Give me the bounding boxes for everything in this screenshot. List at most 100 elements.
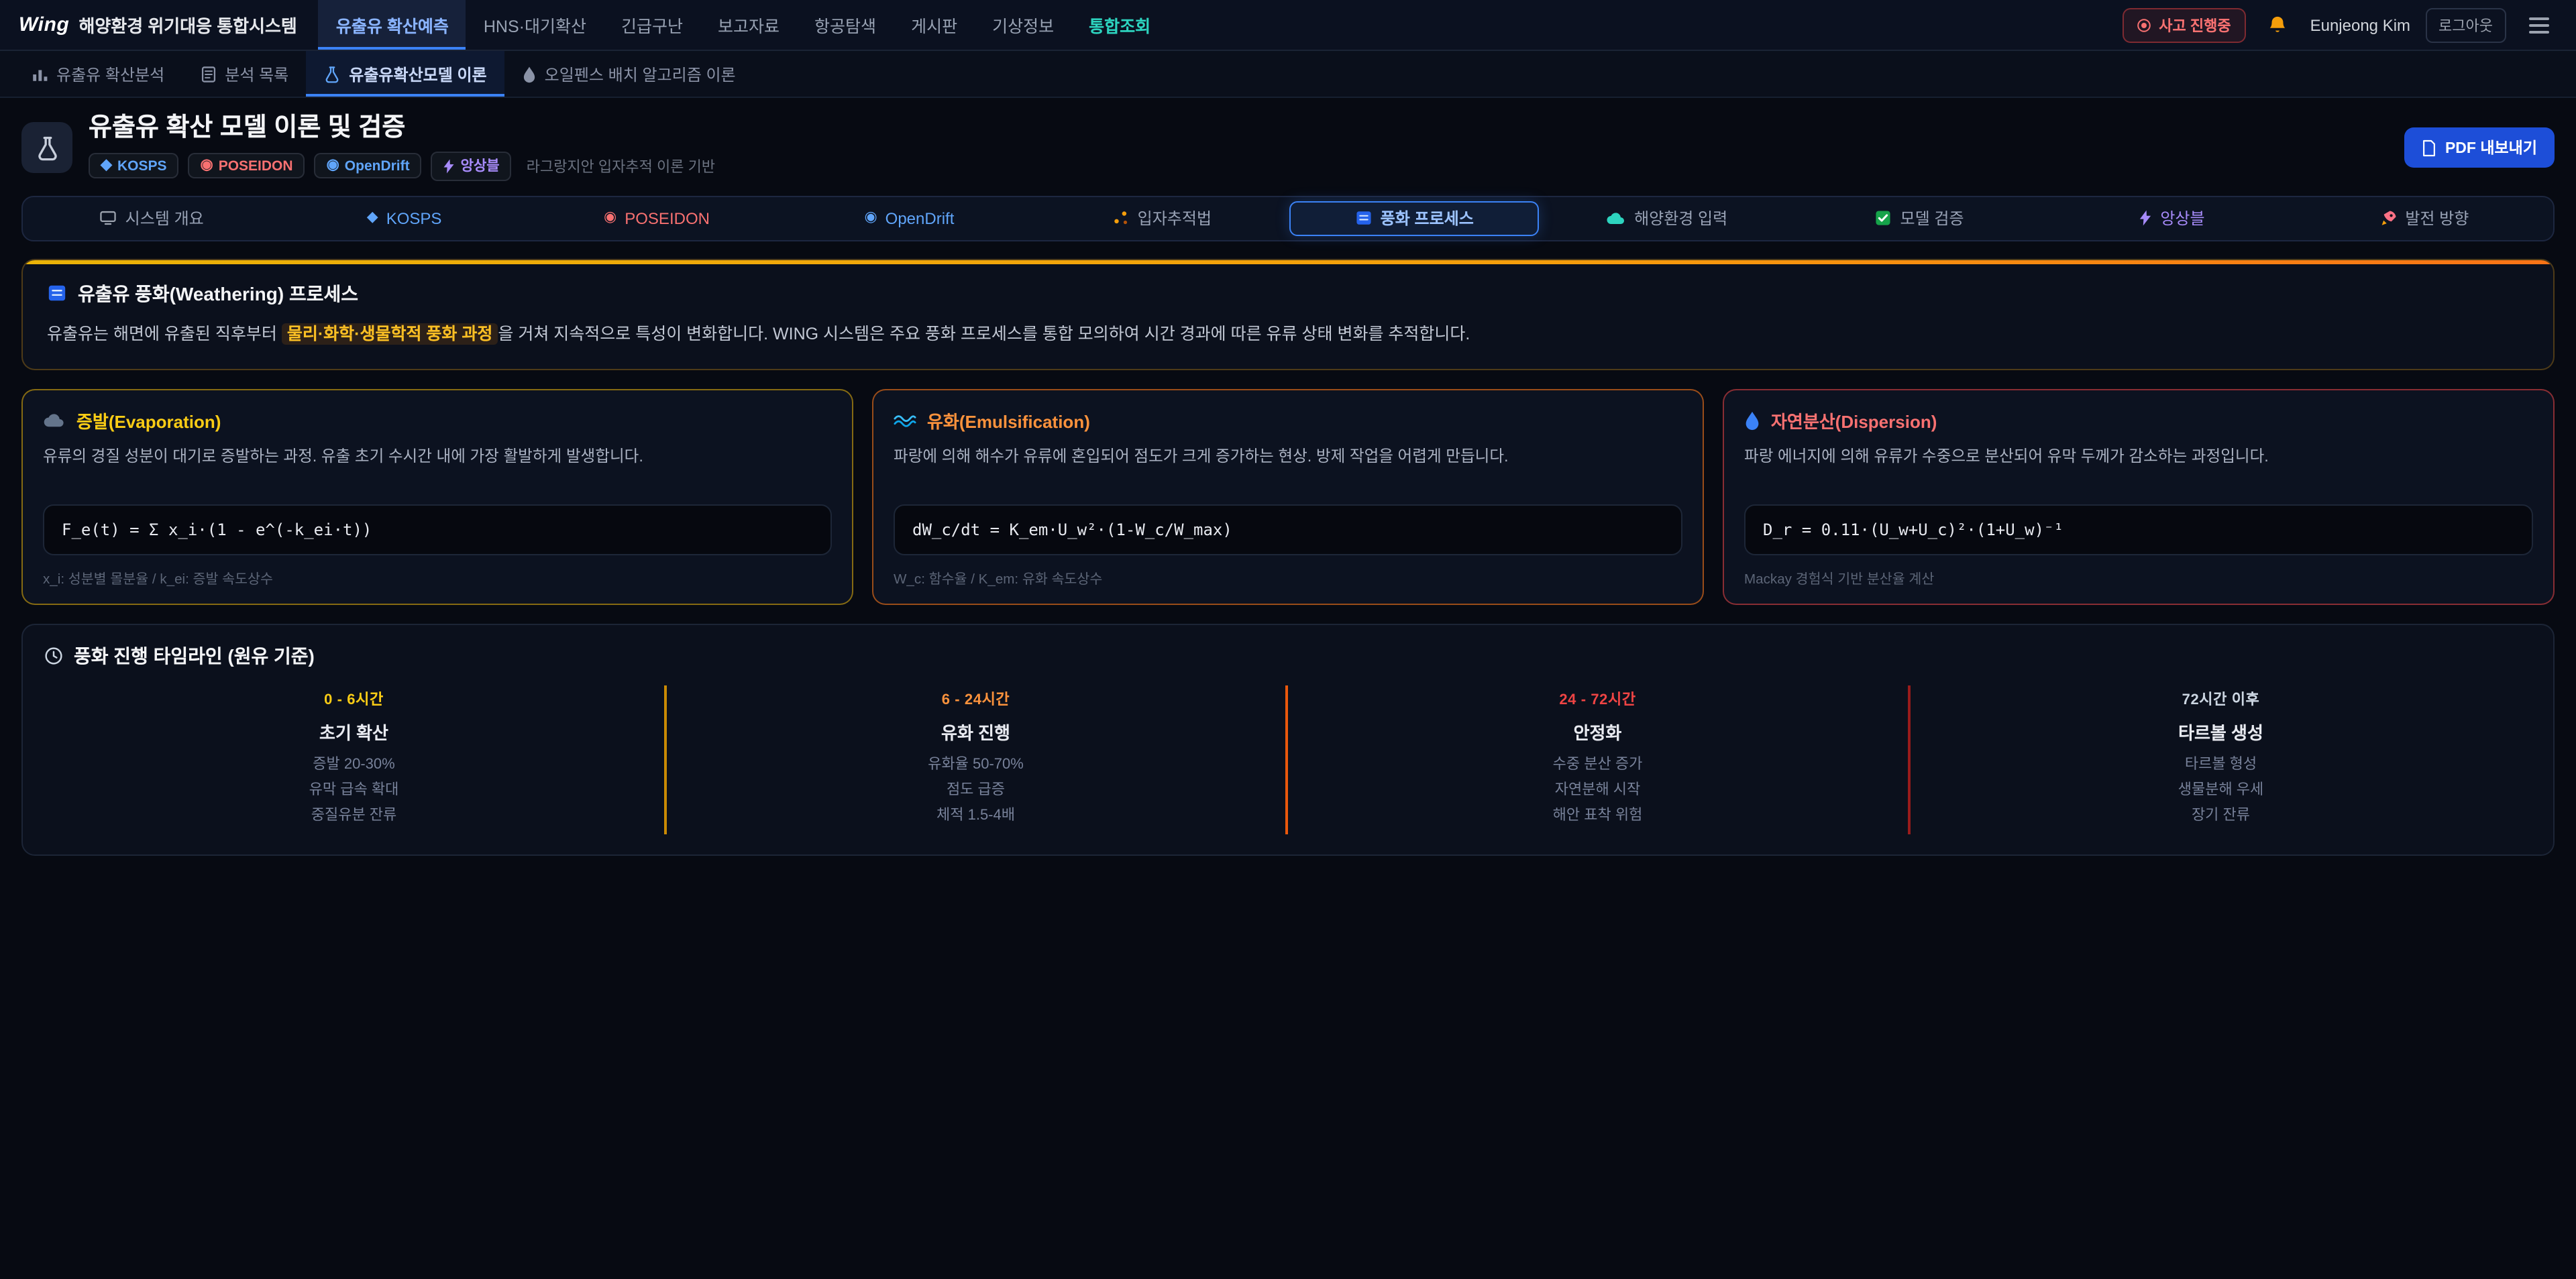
subtab-label: 분석 목록 (225, 62, 288, 85)
description-text: 유출유는 해면에 유출된 직후부터 (47, 325, 282, 343)
nav-item-weather-info[interactable]: 기상정보 (975, 0, 1071, 50)
weathering-section-body: 유출유 풍화(Weathering) 프로세스 유출유는 해면에 유출된 직후부… (23, 264, 2553, 368)
badge-label: 앙상블 (461, 156, 500, 176)
badge-label: POSEIDON (219, 158, 293, 174)
phase-item: 중질유분 잔류 (55, 803, 653, 830)
tab-label: 입자추적법 (1138, 207, 1212, 230)
notification-bell-button[interactable] (2261, 7, 2296, 42)
card-title: 자연분산(Dispersion) (1771, 407, 1937, 433)
section-title-text: 유출유 풍화(Weathering) 프로세스 (78, 280, 358, 307)
page-header: 유출유 확산 모델 이론 및 검증 ◆ KOSPS ◉ POSEIDON ◉ O… (0, 98, 2576, 193)
brand-mark: Wing (19, 13, 69, 36)
phase-time: 0 - 6시간 (55, 687, 653, 709)
header-note: 라그랑지안 입자추적 이론 기반 (527, 156, 715, 177)
nav-item-emergency-rescue[interactable]: 긴급구난 (604, 0, 700, 50)
card-header: 증발(Evaporation) (43, 407, 832, 433)
badge-poseidon: ◉ POSEIDON (188, 154, 305, 179)
badge-label: KOSPS (117, 158, 167, 174)
brand-logo[interactable]: Wing 해양환경 위기대응 통합시스템 (19, 0, 297, 50)
logout-button[interactable]: 로그아웃 (2425, 7, 2506, 42)
model-badge-row: ◆ KOSPS ◉ POSEIDON ◉ OpenDrift 앙상블 (89, 152, 715, 181)
tab-label: 시스템 개요 (125, 207, 204, 230)
flask-icon (34, 135, 60, 161)
droplet-icon (522, 65, 537, 82)
alert-label: 사고 진행중 (2159, 14, 2231, 36)
brand-name: 해양환경 위기대응 통합시스템 (78, 12, 297, 38)
tab-model-validation[interactable]: 모델 검증 (1794, 201, 2044, 236)
hamburger-menu-button[interactable] (2521, 9, 2557, 41)
tab-future-direction[interactable]: 발전 방향 (2300, 201, 2549, 236)
tab-label: POSEIDON (625, 209, 710, 228)
app-root: Wing 해양환경 위기대응 통합시스템 유출유 확산예측 HNS·대기확산 긴… (0, 0, 2576, 1279)
nav-item-aerial-search[interactable]: 항공탐색 (797, 0, 894, 50)
badge-ensemble: 앙상블 (431, 152, 512, 181)
sub-tabbar: 유출유 확산분석 분석 목록 유출유확산모델 이론 오일펜스 배치 알고리즘 이… (0, 51, 2576, 98)
tab-particle-tracking[interactable]: 입자추적법 (1037, 201, 1287, 236)
phase-item: 해안 표착 위험 (1299, 803, 1896, 830)
weathering-description: 유출유는 해면에 유출된 직후부터 물리·화학·생물학적 풍화 과정을 거쳐 지… (47, 321, 2529, 348)
incident-alert-badge[interactable]: 사고 진행중 (2123, 7, 2245, 42)
weathering-section-title: 유출유 풍화(Weathering) 프로세스 (47, 280, 2529, 307)
subtab-spill-analysis[interactable]: 유출유 확산분석 (13, 51, 182, 97)
subtab-label: 오일펜스 배치 알고리즘 이론 (545, 62, 736, 85)
pdf-button-label: PDF 내보내기 (2445, 137, 2537, 159)
subtab-oil-fence-algorithm-theory[interactable]: 오일펜스 배치 알고리즘 이론 (504, 51, 753, 97)
tab-ensemble[interactable]: 앙상블 (2047, 201, 2296, 236)
nav-item-integrated-search[interactable]: 통합조회 (1071, 0, 1168, 50)
nav-item-reports[interactable]: 보고자료 (700, 0, 797, 50)
monitor-icon (100, 210, 117, 227)
bar-chart-icon (31, 65, 48, 82)
phase-item: 점도 급증 (677, 778, 1275, 804)
tab-label: OpenDrift (885, 209, 955, 228)
section-tab-strip: 시스템 개요 ◆ KOSPS ◉ POSEIDON ◉ OpenDrift 입자… (21, 196, 2555, 241)
cloud-icon (1606, 211, 1626, 226)
tab-label: KOSPS (386, 209, 442, 228)
formula-box: F_e(t) = Σ x_i·(1 - e^(-k_ei·t)) (43, 504, 832, 555)
tab-poseidon[interactable]: ◉ POSEIDON (532, 201, 782, 236)
phase-items: 유화율 50-70% 점도 급증 체적 1.5-4배 (677, 752, 1275, 830)
lightning-bolt-icon (2139, 210, 2152, 227)
weathering-timeline-card: 풍화 진행 타임라인 (원유 기준) 0 - 6시간 초기 확산 증발 20-3… (21, 623, 2555, 856)
tab-label: 앙상블 (2160, 207, 2204, 230)
hamburger-bar (2529, 17, 2549, 19)
tab-label: 풍화 프로세스 (1381, 207, 1474, 230)
subtab-label: 유출유확산모델 이론 (349, 62, 486, 85)
pdf-export-button[interactable]: PDF 내보내기 (2405, 128, 2555, 168)
nav-item-board[interactable]: 게시판 (894, 0, 975, 50)
subtab-analysis-list[interactable]: 분석 목록 (182, 51, 306, 97)
card-footnote: Mackay 경험식 기반 분산율 계산 (1744, 567, 2533, 587)
tab-system-overview[interactable]: 시스템 개요 (27, 201, 276, 236)
document-list-icon (199, 65, 217, 82)
diamond-icon: ◆ (367, 211, 378, 226)
timeline-phase-tarball: 72시간 이후 타르볼 생성 타르볼 형성 생물분해 우세 장기 잔류 (1910, 685, 2532, 835)
tab-ocean-environment-input[interactable]: 해양환경 입력 (1542, 201, 1791, 236)
card-title: 유화(Emulsification) (927, 407, 1090, 433)
card-footnote: W_c: 함수율 / K_em: 유화 속도상수 (894, 567, 1682, 587)
card-emulsification: 유화(Emulsification) 파랑에 의해 해수가 유류에 혼입되어 점… (872, 388, 1704, 604)
timeline-phase-initial-spread: 0 - 6시간 초기 확산 증발 20-30% 유막 급속 확대 중질유분 잔류 (44, 685, 666, 835)
top-navbar: Wing 해양환경 위기대응 통합시스템 유출유 확산예측 HNS·대기확산 긴… (0, 0, 2576, 51)
circle-ring-icon: ◉ (864, 211, 877, 226)
page-title: 유출유 확산 모델 이론 및 검증 (89, 115, 715, 144)
main-nav: 유출유 확산예측 HNS·대기확산 긴급구난 보고자료 항공탐색 게시판 기상정… (319, 0, 1168, 50)
tab-label: 모델 검증 (1900, 207, 1964, 230)
tab-weathering-process[interactable]: 풍화 프로세스 (1289, 201, 1539, 236)
topnav-right-cluster: 사고 진행중 Eunjeong Kim 로그아웃 (2123, 0, 2557, 50)
phase-item: 장기 잔류 (1921, 803, 2521, 830)
phase-items: 증발 20-30% 유막 급속 확대 중질유분 잔류 (55, 752, 653, 830)
formula-box: D_r = 0.11·(U_w+U_c)²·(1+U_w)⁻¹ (1744, 504, 2533, 555)
badge-opendrift: ◉ OpenDrift (315, 154, 422, 179)
phase-items: 타르볼 형성 생물분해 우세 장기 잔류 (1921, 752, 2521, 830)
tab-opendrift[interactable]: ◉ OpenDrift (784, 201, 1034, 236)
subtab-diffusion-model-theory[interactable]: 유출유확산모델 이론 (306, 51, 504, 97)
description-highlight: 물리·화학·생물학적 풍화 과정 (282, 323, 498, 345)
rocket-icon (2379, 210, 2397, 227)
subtab-label: 유출유 확산분석 (56, 62, 164, 85)
nav-item-hns-air-diffusion[interactable]: HNS·대기확산 (466, 0, 604, 50)
phase-name: 타르볼 생성 (1921, 718, 2521, 744)
tab-kosps[interactable]: ◆ KOSPS (279, 201, 529, 236)
flask-icon (323, 65, 341, 82)
nav-item-oil-spill-prediction[interactable]: 유출유 확산예측 (319, 0, 466, 50)
badge-label: OpenDrift (345, 158, 410, 174)
hamburger-bar (2529, 23, 2549, 26)
